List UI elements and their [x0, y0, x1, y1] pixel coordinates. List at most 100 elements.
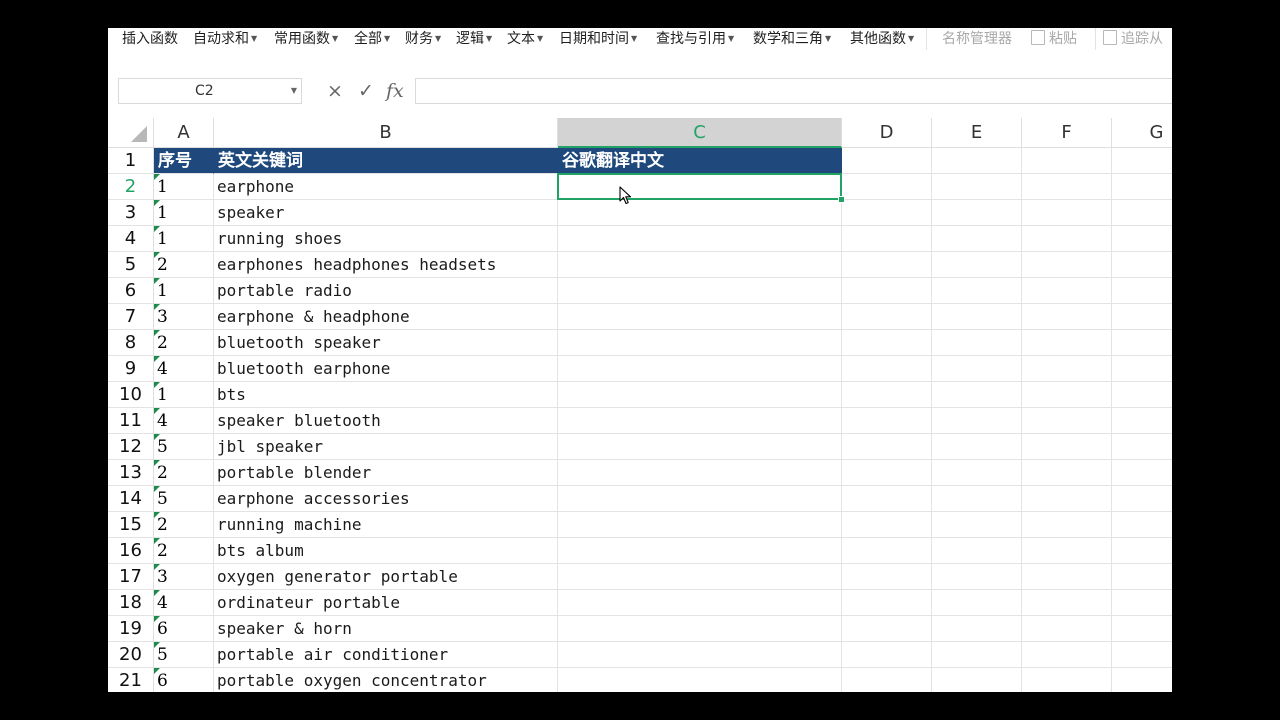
cell-sequence[interactable]: 1 — [154, 382, 214, 408]
cell[interactable] — [558, 486, 842, 512]
cell[interactable] — [1112, 330, 1172, 356]
cell[interactable] — [932, 226, 1022, 252]
cell[interactable] — [1112, 434, 1172, 460]
cell[interactable] — [1022, 252, 1112, 278]
cell-sequence[interactable]: 1 — [154, 278, 214, 304]
cell-sequence[interactable]: 5 — [154, 434, 214, 460]
cell-keyword[interactable]: jbl speaker — [214, 434, 558, 460]
cell[interactable] — [842, 408, 932, 434]
cell[interactable] — [1112, 174, 1172, 200]
cell[interactable] — [842, 512, 932, 538]
cell[interactable] — [558, 200, 842, 226]
cell[interactable] — [1112, 304, 1172, 330]
cell[interactable] — [932, 304, 1022, 330]
row-header-10[interactable]: 10 — [108, 382, 154, 408]
cell[interactable] — [558, 174, 842, 200]
cell[interactable] — [1022, 512, 1112, 538]
row-header-14[interactable]: 14 — [108, 486, 154, 512]
ribbon-item-13[interactable]: 追踪从 — [1103, 29, 1163, 49]
cell[interactable] — [842, 356, 932, 382]
cell[interactable] — [1022, 356, 1112, 382]
cell[interactable] — [558, 226, 842, 252]
cell-sequence[interactable]: 3 — [154, 564, 214, 590]
column-header-c[interactable]: C — [558, 118, 842, 148]
row-header-2[interactable]: 2 — [108, 174, 154, 200]
cell[interactable] — [1022, 330, 1112, 356]
cell[interactable] — [558, 356, 842, 382]
cell[interactable] — [1112, 252, 1172, 278]
fill-handle[interactable] — [838, 196, 845, 203]
cell[interactable] — [842, 278, 932, 304]
cell[interactable] — [1022, 148, 1112, 174]
cell[interactable] — [842, 382, 932, 408]
cell[interactable] — [842, 460, 932, 486]
cell[interactable] — [842, 304, 932, 330]
cell[interactable] — [932, 356, 1022, 382]
header-cell-a[interactable]: 序号 — [154, 148, 214, 174]
cell[interactable] — [1112, 148, 1172, 174]
cell[interactable] — [932, 564, 1022, 590]
cell[interactable] — [1112, 616, 1172, 642]
ribbon-item-5[interactable]: 逻辑 ▼ — [456, 29, 492, 49]
row-header-13[interactable]: 13 — [108, 460, 154, 486]
cell-sequence[interactable]: 6 — [154, 668, 214, 692]
column-header-f[interactable]: F — [1022, 118, 1112, 148]
cell[interactable] — [842, 486, 932, 512]
cell[interactable] — [1112, 538, 1172, 564]
cell[interactable] — [842, 434, 932, 460]
column-header-b[interactable]: B — [214, 118, 558, 148]
cell[interactable] — [1022, 564, 1112, 590]
cell-keyword[interactable]: portable radio — [214, 278, 558, 304]
cell[interactable] — [1022, 174, 1112, 200]
row-header-16[interactable]: 16 — [108, 538, 154, 564]
cell[interactable] — [842, 148, 932, 174]
ribbon-item-0[interactable]: 插入函数 — [122, 29, 178, 49]
cell-keyword[interactable]: earphone accessories — [214, 486, 558, 512]
cell[interactable] — [558, 538, 842, 564]
cell[interactable] — [1022, 304, 1112, 330]
cell[interactable] — [1112, 278, 1172, 304]
row-header-20[interactable]: 20 — [108, 642, 154, 668]
cell[interactable] — [1022, 226, 1112, 252]
ribbon-item-4[interactable]: 财务 ▼ — [405, 29, 441, 49]
cell[interactable] — [1022, 616, 1112, 642]
cell[interactable] — [842, 590, 932, 616]
cell[interactable] — [1022, 408, 1112, 434]
cell[interactable] — [558, 330, 842, 356]
cell[interactable] — [1112, 512, 1172, 538]
column-header-a[interactable]: A — [154, 118, 214, 148]
ribbon-item-9[interactable]: 数学和三角 ▼ — [753, 29, 831, 49]
cell[interactable] — [1022, 460, 1112, 486]
cell[interactable] — [1112, 408, 1172, 434]
cell[interactable] — [1022, 590, 1112, 616]
cell[interactable] — [1022, 200, 1112, 226]
chevron-down-icon[interactable]: ▼ — [291, 86, 297, 95]
cell[interactable] — [1022, 382, 1112, 408]
cell[interactable] — [1112, 356, 1172, 382]
row-header-4[interactable]: 4 — [108, 226, 154, 252]
cell[interactable] — [1112, 564, 1172, 590]
name-box[interactable]: C2 ▼ — [118, 78, 302, 104]
cell[interactable] — [842, 200, 932, 226]
cell[interactable] — [1112, 382, 1172, 408]
header-cell-c[interactable]: 谷歌翻译中文 — [558, 148, 842, 174]
cell-sequence[interactable]: 4 — [154, 590, 214, 616]
cell-keyword[interactable]: running shoes — [214, 226, 558, 252]
cell[interactable] — [558, 252, 842, 278]
ribbon-item-11[interactable]: 名称管理器 — [942, 29, 1012, 49]
cell[interactable] — [932, 538, 1022, 564]
cell[interactable] — [1022, 538, 1112, 564]
cell-keyword[interactable]: portable blender — [214, 460, 558, 486]
cell-keyword[interactable]: bluetooth speaker — [214, 330, 558, 356]
cell[interactable] — [842, 252, 932, 278]
row-header-5[interactable]: 5 — [108, 252, 154, 278]
ribbon-item-10[interactable]: 其他函数 ▼ — [850, 29, 914, 49]
cell[interactable] — [842, 226, 932, 252]
ribbon-item-8[interactable]: 查找与引用 ▼ — [656, 29, 734, 49]
cell[interactable] — [932, 616, 1022, 642]
column-header-e[interactable]: E — [932, 118, 1022, 148]
cell[interactable] — [1022, 434, 1112, 460]
column-header-d[interactable]: D — [842, 118, 932, 148]
cell-sequence[interactable]: 1 — [154, 226, 214, 252]
formula-input[interactable] — [415, 78, 1172, 104]
